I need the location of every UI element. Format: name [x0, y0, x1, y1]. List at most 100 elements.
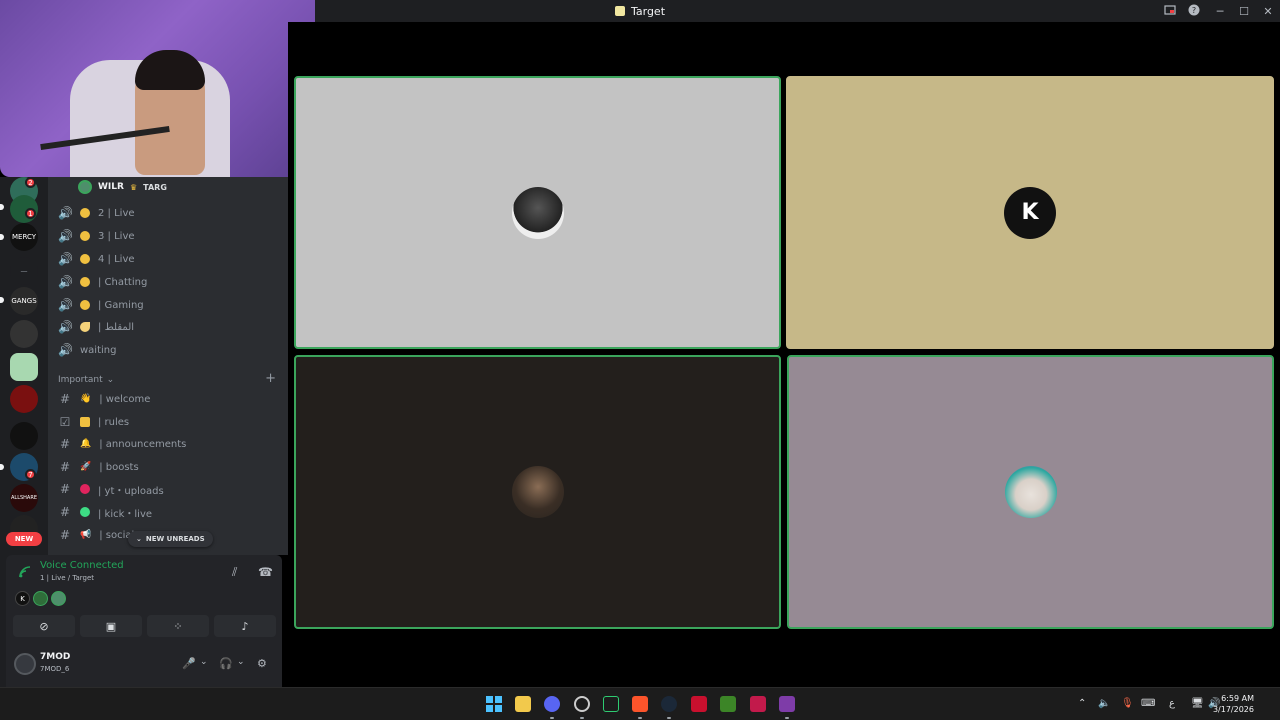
crown-icon: ♛: [129, 182, 138, 192]
text-channel[interactable]: # 🚀 | boosts: [56, 456, 280, 478]
steam-icon[interactable]: [661, 696, 677, 712]
system-clock[interactable]: 6:59 AM 3/17/2026: [1213, 693, 1254, 715]
participant-tile[interactable]: K: [786, 76, 1274, 349]
volume-icon[interactable]: 🔈: [1098, 698, 1110, 709]
voice-channel[interactable]: 🔊 3 | Live: [56, 225, 280, 247]
xbox-icon[interactable]: [603, 696, 619, 712]
server-icon[interactable]: [10, 385, 38, 413]
app-icon[interactable]: [779, 696, 795, 712]
voice-channel[interactable]: 🔊 | Gaming: [56, 294, 280, 316]
channel-label: | boosts: [99, 461, 139, 473]
microphone-icon[interactable]: 🎤: [182, 657, 196, 670]
running-indicator: [667, 717, 671, 719]
brave-browser-icon[interactable]: [632, 696, 648, 712]
disconnect-icon[interactable]: ☎: [258, 565, 273, 579]
participant-tile[interactable]: [787, 355, 1274, 629]
activities-button[interactable]: ⁘: [147, 615, 209, 637]
rocket-emoji: 🚀: [80, 462, 92, 472]
chevron-down-icon[interactable]: ⌄: [237, 657, 245, 667]
channel-emoji: [80, 254, 90, 264]
rules-icon: ☑: [59, 415, 71, 429]
participant-avatar: [511, 186, 564, 239]
keyboard-icon[interactable]: ⌨: [1141, 698, 1155, 709]
text-channel[interactable]: # 🔔 | announcements: [56, 433, 280, 455]
file-explorer-icon[interactable]: [515, 696, 531, 712]
server-label: GANGS: [11, 297, 37, 305]
text-channel[interactable]: # 👋 | welcome: [56, 388, 280, 410]
webcam-overlay: [0, 0, 315, 177]
new-badge[interactable]: NEW: [6, 532, 42, 546]
discord-icon[interactable]: [544, 696, 560, 712]
voice-channel-path[interactable]: 1 | Live / Target: [40, 574, 94, 582]
clock-date: 3/17/2026: [1212, 705, 1254, 714]
network-icon[interactable]: 🖥: [1191, 698, 1204, 709]
category-important[interactable]: Important ⌄: [58, 375, 114, 385]
unread-pill: [0, 234, 4, 240]
screen-share-button[interactable]: ▣: [80, 615, 142, 637]
channel-emoji: [80, 231, 90, 241]
text-channel[interactable]: ☑ | rules: [56, 411, 280, 433]
user-avatar[interactable]: [14, 653, 36, 675]
target-icon: [614, 6, 625, 16]
voice-channel[interactable]: 🔊 | Chatting: [56, 271, 280, 293]
help-icon[interactable]: ?: [1188, 4, 1200, 16]
participant-avatar[interactable]: [33, 591, 48, 606]
language-indicator[interactable]: ع: [1169, 698, 1175, 709]
soundboard-button[interactable]: ♪: [214, 615, 276, 637]
windows-start-icon[interactable]: [486, 696, 502, 712]
channel-label: | kick・live: [98, 508, 153, 520]
voice-channel[interactable]: 🔊 4 | Live: [56, 248, 280, 270]
participant-avatar: [511, 466, 564, 518]
add-channel-icon[interactable]: +: [265, 371, 276, 386]
chevron-down-icon: ⌄: [136, 535, 142, 543]
server-icon[interactable]: [10, 422, 38, 450]
server-icon[interactable]: MERCY: [10, 223, 38, 251]
obs-icon[interactable]: [574, 696, 590, 712]
voice-channel[interactable]: 🔊 waiting: [56, 339, 280, 361]
server-icon-active[interactable]: [10, 353, 38, 381]
inbox-icon[interactable]: [1164, 4, 1176, 16]
headset-icon[interactable]: 🎧: [219, 657, 233, 670]
voice-channel[interactable]: 🔊 | المقلط: [56, 316, 280, 338]
text-channel[interactable]: # | kick・live: [56, 501, 280, 523]
voice-member[interactable]: WILR ♛ TARG: [78, 180, 167, 194]
channel-label: | Chatting: [98, 276, 148, 288]
server-icon[interactable]: GANGS: [10, 287, 38, 315]
close-button[interactable]: ✕: [1256, 5, 1280, 18]
hash-icon: #: [59, 505, 71, 519]
new-unreads-button[interactable]: ⌄ NEW UNREADS: [128, 531, 213, 547]
server-label: MERCY: [11, 233, 37, 241]
camera-off-button[interactable]: ⊘: [13, 615, 75, 637]
server-separator: —: [10, 257, 38, 285]
maximize-button[interactable]: ☐: [1232, 5, 1256, 18]
voice-status[interactable]: Voice Connected: [40, 560, 124, 571]
voice-panel: Voice Connected 1 | Live / Target ⫽ ☎ K …: [6, 555, 282, 643]
chevron-up-icon[interactable]: ⌃: [1078, 698, 1086, 709]
channel-emoji: [80, 300, 90, 310]
mic-in-use-icon[interactable]: 🎙: [1121, 698, 1134, 709]
chevron-down-icon[interactable]: ⌄: [200, 657, 208, 667]
noise-suppression-icon[interactable]: ⫽: [232, 565, 237, 580]
channel-emoji: [80, 208, 90, 218]
participant-avatar: K: [1004, 186, 1056, 239]
unread-badge: 1: [25, 208, 36, 219]
settings-gear-icon[interactable]: ⚙: [257, 657, 267, 670]
text-channel[interactable]: # | yt・uploads: [56, 478, 280, 500]
participant-avatar[interactable]: K: [15, 591, 30, 606]
voice-channel[interactable]: 🔊 2 | Live: [56, 202, 280, 224]
app-icon[interactable]: [750, 696, 766, 712]
game-launcher-icon[interactable]: [691, 696, 707, 712]
user-name[interactable]: 7MOD: [40, 652, 70, 662]
avatar: [78, 180, 92, 194]
green-circle-emoji: [80, 507, 90, 517]
participant-avatar[interactable]: [51, 591, 66, 606]
moon-emoji: [80, 322, 90, 332]
server-icon[interactable]: [10, 320, 38, 348]
minecraft-icon[interactable]: [720, 696, 736, 712]
minimize-button[interactable]: ─: [1208, 5, 1232, 18]
channel-label: 2 | Live: [98, 207, 135, 219]
participant-tile[interactable]: [294, 76, 781, 349]
participant-tile[interactable]: [294, 355, 781, 629]
unread-badge: 7: [25, 469, 36, 480]
server-icon[interactable]: ALLSHARE: [10, 484, 38, 512]
